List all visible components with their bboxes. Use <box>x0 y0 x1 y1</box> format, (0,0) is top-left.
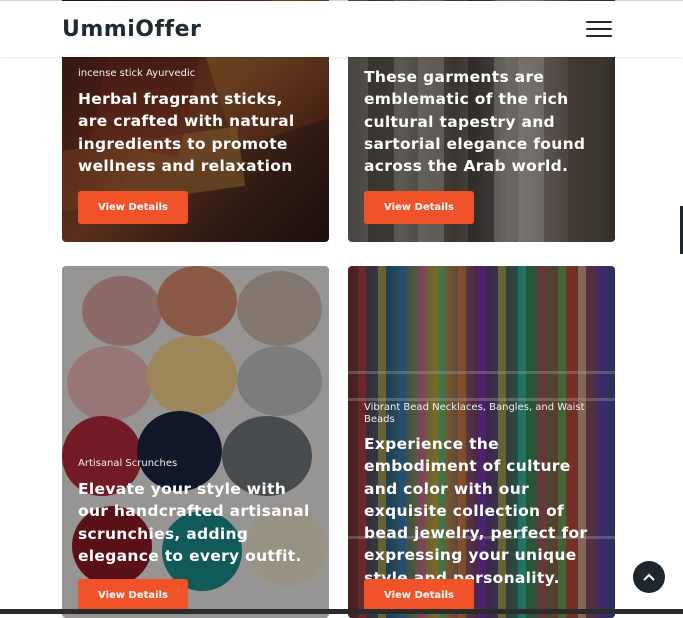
view-details-button[interactable]: View Details <box>78 579 188 612</box>
card-description: Elevate your style with our handcrafted … <box>78 480 310 565</box>
view-details-button[interactable]: View Details <box>78 191 188 224</box>
view-details-button[interactable]: View Details <box>364 579 474 612</box>
card-description: These garments are emblematic of the ric… <box>364 68 586 176</box>
card-description: Experience the embodiment of culture and… <box>364 435 588 587</box>
scroll-to-top-button[interactable] <box>633 561 665 593</box>
chevron-up-icon <box>643 573 655 581</box>
site-logo[interactable]: UmmiOffer <box>62 17 201 42</box>
card-description: Herbal fragrant sticks, are crafted with… <box>78 90 295 175</box>
bottom-edge-strip <box>0 609 683 614</box>
view-details-button[interactable]: View Details <box>364 191 474 224</box>
card-category: Artisanal Scrunches <box>78 458 178 469</box>
product-card-scrunchies: Artisanal Scrunches Elevate your style w… <box>62 266 329 618</box>
hamburger-menu-icon[interactable] <box>586 21 612 39</box>
card-category: incense stick Ayurvedic <box>78 68 196 79</box>
product-card-beads: Vibrant Bead Necklaces, Bangles, and Wai… <box>348 266 615 618</box>
card-category: Vibrant Bead Necklaces, Bangles, and Wai… <box>364 402 585 425</box>
site-header: UmmiOffer <box>0 1 683 57</box>
